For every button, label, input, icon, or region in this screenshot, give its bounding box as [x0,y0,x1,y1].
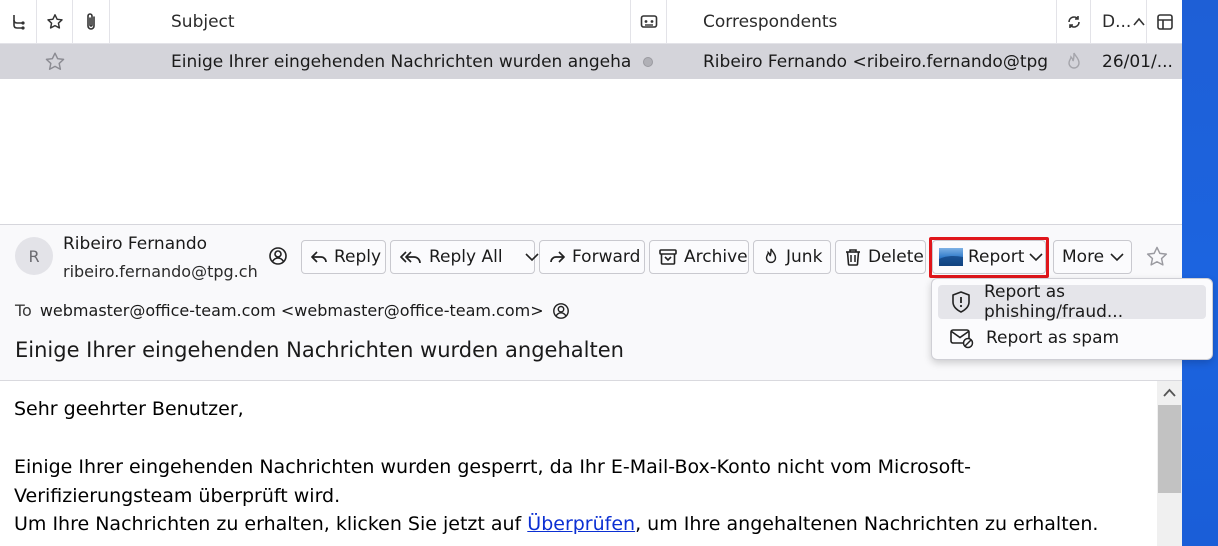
attachment-column-header[interactable] [73,0,110,43]
read-status-icon [1057,14,1090,30]
paperclip-icon [73,12,109,32]
report-spam-menu-item[interactable]: Report as spam [938,321,1206,355]
greeting-text: Sehr geehrter Benutzer, [14,398,244,420]
junk-icon [762,247,780,267]
reply-label: Reply [334,247,382,267]
unread-dot-icon[interactable] [642,44,654,79]
to-recipient[interactable]: webmaster@office-team.com <webmaster@off… [40,301,544,320]
junk-label: Junk [786,247,823,267]
reply-all-button[interactable]: Reply All [390,240,539,274]
scrollbar-thumb[interactable] [1158,405,1181,493]
archive-label: Archive [684,247,748,267]
message-correspondent: Ribeiro Fernando <ribeiro.fernando@tpg..… [703,51,1048,72]
junk-button[interactable]: Junk [753,240,831,274]
thread-icon [0,13,36,31]
date-column-header[interactable]: D... [1091,0,1147,43]
recipient-row: To webmaster@office-team.com <webmaster@… [15,301,570,320]
thread-column-header[interactable] [0,0,37,43]
forward-button[interactable]: Forward [539,240,645,274]
to-label: To [15,301,32,320]
scroll-up-arrow-icon[interactable] [1163,388,1176,398]
avatar: R [15,237,53,275]
report-phishing-label: Report as phishing/fraud... [984,282,1124,322]
body-line-1: Einige Ihrer eingehenden Nachrichten wur… [14,456,971,478]
reply-all-label: Reply All [429,247,503,267]
sender-name[interactable]: Ribeiro Fernando [63,234,207,254]
table-row[interactable]: Einige Ihrer eingehenden Nachrichten wur… [0,44,1182,79]
reply-button[interactable]: Reply [301,240,386,274]
correspondents-column-label: Correspondents [703,11,838,32]
sort-arrow-icon [1133,17,1145,27]
report-highlight-box [929,237,1049,278]
star-icon[interactable] [1145,245,1169,269]
body-line-3-start: Um Ihre Nachrichten zu erhalten, klicken… [14,513,528,535]
reply-all-icon [399,248,423,266]
star-icon[interactable] [44,44,66,79]
message-subject-heading: Einige Ihrer eingehenden Nachrichten wur… [15,338,624,362]
star-column-header[interactable] [37,0,73,43]
body-line-3-end: , um Ihre angehaltenen Nachrichten zu er… [635,513,1099,535]
spam-icon [631,14,666,30]
add-contact-icon[interactable] [552,302,570,320]
subject-column-header[interactable]: Subject [157,0,631,43]
message-date: 26/01/... [1102,51,1172,72]
verify-link[interactable]: Überprüfen [527,513,635,535]
date-column-label: D... [1102,11,1132,32]
junk-status-icon[interactable] [1064,44,1084,79]
body-scrollbar[interactable] [1157,381,1182,546]
forward-label: Forward [572,247,641,267]
archive-button[interactable]: Archive [649,240,749,274]
column-picker-button[interactable] [1147,0,1182,43]
archive-icon [658,247,678,267]
thread-pane: Subject Correspondents D... Einige Ihrer… [0,0,1182,225]
delete-label: Delete [868,247,924,267]
delete-button[interactable]: Delete [835,240,926,274]
chevron-down-icon[interactable] [524,252,539,262]
forward-icon [548,249,566,265]
desktop-background [1182,0,1218,546]
read-column-header[interactable] [1057,0,1091,43]
star-icon [37,13,72,31]
message-body: Sehr geehrter Benutzer, Einige Ihrer ein… [0,381,1157,546]
report-dropdown-menu: Report as phishing/fraud... Report as sp… [931,278,1213,360]
mail-spam-icon [950,327,974,349]
body-line-2: Verifizierungsteam überprüft wird. [14,485,341,507]
chevron-down-icon [1110,252,1124,262]
add-contact-icon[interactable] [268,246,288,266]
column-picker-icon [1147,13,1182,31]
sender-email[interactable]: ribeiro.fernando@tpg.ch [63,262,258,281]
message-subject: Einige Ihrer eingehenden Nachrichten wur… [171,51,631,72]
trash-icon [844,247,862,267]
body-line-3: Um Ihre Nachrichten zu erhalten, klicken… [14,513,1098,535]
spam-column-header[interactable] [631,0,667,43]
reply-icon [310,249,328,265]
report-spam-label: Report as spam [986,328,1120,348]
subject-column-label: Subject [171,11,235,32]
column-header-row: Subject Correspondents D... [0,0,1182,44]
shield-icon [950,290,972,314]
more-button[interactable]: More [1053,240,1132,274]
correspondents-column-header[interactable]: Correspondents [689,0,1057,43]
more-label: More [1062,247,1105,267]
avatar-initial: R [28,246,40,266]
report-phishing-menu-item[interactable]: Report as phishing/fraud... [938,282,1206,322]
